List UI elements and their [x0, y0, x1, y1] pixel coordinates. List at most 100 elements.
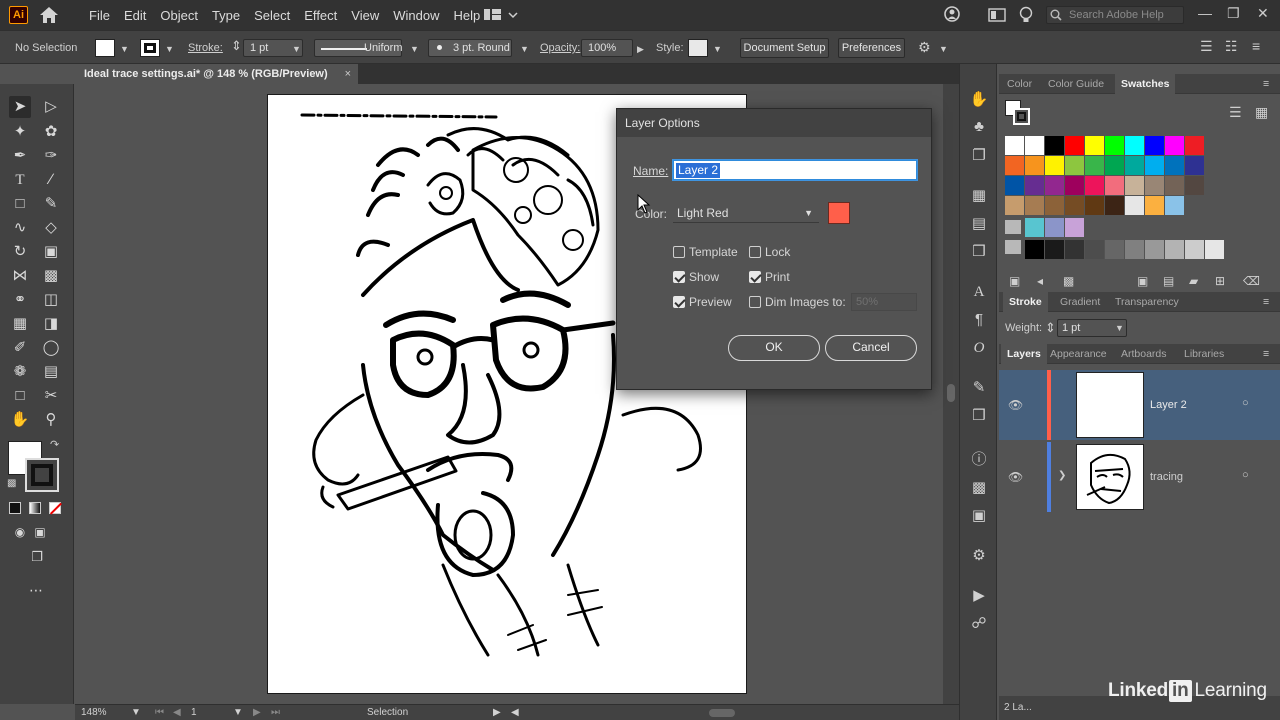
- color-swatch[interactable]: [1045, 218, 1064, 237]
- search-adobe-help-input[interactable]: Search Adobe Help: [1046, 6, 1184, 24]
- tab-transparency[interactable]: Transparency: [1115, 292, 1179, 312]
- arrange-documents-icon[interactable]: [987, 5, 1007, 25]
- first-artboard-icon[interactable]: ⏮: [155, 707, 164, 718]
- properties-icon[interactable]: ✋: [969, 90, 989, 110]
- eraser-tool-icon[interactable]: ◇: [40, 217, 62, 239]
- color-swatch[interactable]: [1125, 136, 1144, 155]
- panel-menu-icon[interactable]: ≡: [1263, 344, 1269, 364]
- perspective-grid-tool-icon[interactable]: ◫: [40, 289, 62, 311]
- transform-icon[interactable]: ☰: [1200, 38, 1213, 55]
- gradient-mode-icon[interactable]: [29, 502, 41, 514]
- color-swatch[interactable]: [1165, 136, 1184, 155]
- stepper-icon[interactable]: ⇕: [1045, 320, 1056, 336]
- image-trace-icon[interactable]: ▣: [969, 506, 989, 526]
- chevron-right-icon[interactable]: ▶: [637, 44, 644, 55]
- tab-layers[interactable]: Layers: [1001, 344, 1047, 364]
- color-swatch[interactable]: [1065, 196, 1084, 215]
- color-swatch[interactable]: [1185, 156, 1204, 175]
- appearance-settings-icon[interactable]: ⚙: [969, 546, 989, 566]
- layer-name[interactable]: tracing: [1150, 471, 1183, 483]
- chevron-down-icon[interactable]: ▼: [939, 44, 948, 54]
- document-info-icon[interactable]: ▩: [969, 478, 989, 498]
- color-swatch[interactable]: [1085, 196, 1104, 215]
- document-tab[interactable]: Ideal trace settings.ai* @ 148 % (RGB/Pr…: [75, 64, 358, 84]
- panel-menu-icon[interactable]: ≡: [1263, 74, 1269, 94]
- direct-selection-tool-icon[interactable]: ▷: [40, 96, 62, 118]
- new-folder-icon[interactable]: ▰: [1189, 274, 1198, 288]
- menu-edit[interactable]: Edit: [117, 8, 153, 23]
- color-swatch[interactable]: [1065, 136, 1084, 155]
- menu-select[interactable]: Select: [247, 8, 297, 23]
- workspace-layout-icon[interactable]: [484, 7, 520, 23]
- color-swatch[interactable]: [1125, 240, 1144, 259]
- scale-tool-icon[interactable]: ▣: [40, 241, 62, 263]
- thumbnail-view-icon[interactable]: ▦: [1255, 104, 1268, 121]
- home-icon[interactable]: [38, 5, 60, 25]
- layer-row-layer-2[interactable]: 👁 Layer 2 ○: [999, 370, 1280, 440]
- rectangle-tool-icon[interactable]: □: [9, 193, 31, 215]
- color-swatch[interactable]: [1045, 176, 1064, 195]
- slice-tool-icon[interactable]: ✂: [40, 385, 62, 407]
- new-swatch-icon[interactable]: ⊞: [1215, 274, 1225, 288]
- tab-libraries[interactable]: Libraries: [1184, 344, 1224, 364]
- stroke-swatch[interactable]: [140, 39, 160, 57]
- vertical-scrollbar[interactable]: [943, 84, 959, 704]
- tab-color[interactable]: Color: [1007, 74, 1032, 94]
- align-icon[interactable]: ⚙: [918, 39, 931, 56]
- opentype-icon[interactable]: O: [969, 338, 989, 358]
- color-swatch[interactable]: [1105, 196, 1124, 215]
- actions-play-icon[interactable]: ▶: [969, 586, 989, 606]
- zoom-tool-icon[interactable]: ⚲: [40, 409, 62, 431]
- color-swatch[interactable]: [1105, 136, 1124, 155]
- target-circle-icon[interactable]: ○: [1242, 469, 1249, 481]
- user-sync-icon[interactable]: [942, 5, 964, 25]
- color-swatch[interactable]: [1025, 136, 1044, 155]
- draw-behind-icon[interactable]: ▣: [29, 521, 51, 543]
- color-swatch[interactable]: [1105, 156, 1124, 175]
- draw-normal-icon[interactable]: ◉: [9, 521, 31, 543]
- dim-images-checkbox[interactable]: [749, 296, 761, 308]
- mesh-tool-icon[interactable]: ▦: [9, 313, 31, 335]
- next-artboard-icon[interactable]: ▶: [253, 707, 261, 718]
- fill-swatch[interactable]: [95, 39, 115, 57]
- show-kinds-icon[interactable]: ◂: [1037, 274, 1043, 288]
- pen-tool-icon[interactable]: ✒: [9, 145, 31, 167]
- preview-checkbox[interactable]: [673, 296, 685, 308]
- layer-name-input[interactable]: Layer 2: [673, 160, 917, 180]
- free-transform-tool-icon[interactable]: ▩: [40, 265, 62, 287]
- show-checkbox[interactable]: [673, 271, 685, 283]
- asset-export-icon[interactable]: ❐: [969, 146, 989, 166]
- color-swatch[interactable]: [1165, 240, 1184, 259]
- swap-fill-stroke-icon[interactable]: ↷: [50, 438, 59, 451]
- more-options-icon[interactable]: ☷: [1225, 38, 1238, 55]
- curvature-tool-icon[interactable]: ✑: [40, 145, 62, 167]
- menu-view[interactable]: View: [344, 8, 386, 23]
- stroke-color-box[interactable]: [25, 458, 59, 492]
- delete-swatch-icon[interactable]: ⌫: [1243, 274, 1260, 288]
- pathfinder-icon[interactable]: ❒: [969, 242, 989, 262]
- close-window-icon[interactable]: ✕: [1257, 5, 1269, 22]
- tab-stroke[interactable]: Stroke: [1003, 292, 1048, 312]
- color-swatch[interactable]: [1065, 156, 1084, 175]
- color-swatch[interactable]: [1005, 196, 1024, 215]
- menu-help[interactable]: Help: [446, 8, 487, 23]
- new-color-group-icon[interactable]: ▣: [1137, 274, 1148, 288]
- opacity-label[interactable]: Opacity:: [540, 42, 580, 54]
- variable-width-profile[interactable]: Uniform: [314, 39, 403, 57]
- color-swatch[interactable]: [1025, 196, 1044, 215]
- type-tool-icon[interactable]: T: [9, 169, 31, 191]
- color-swatch[interactable]: [1045, 240, 1064, 259]
- horizontal-scroll-thumb[interactable]: [709, 709, 735, 717]
- color-swatch[interactable]: [1185, 136, 1204, 155]
- brushes-icon[interactable]: ❒: [969, 406, 989, 426]
- menu-window[interactable]: Window: [386, 8, 446, 23]
- color-swatch[interactable]: [1025, 156, 1044, 175]
- panel-menu-icon[interactable]: ≡: [1263, 292, 1269, 312]
- symbols-icon[interactable]: ♣: [969, 117, 989, 137]
- chevron-down-icon[interactable]: ▼: [1115, 323, 1124, 333]
- chevron-down-icon[interactable]: ▼: [165, 44, 174, 54]
- paintbrush-tool-icon[interactable]: ✎: [40, 193, 62, 215]
- chevron-down-icon[interactable]: ▼: [410, 44, 419, 54]
- minimize-icon[interactable]: —: [1198, 5, 1212, 21]
- cancel-button[interactable]: Cancel: [825, 335, 917, 361]
